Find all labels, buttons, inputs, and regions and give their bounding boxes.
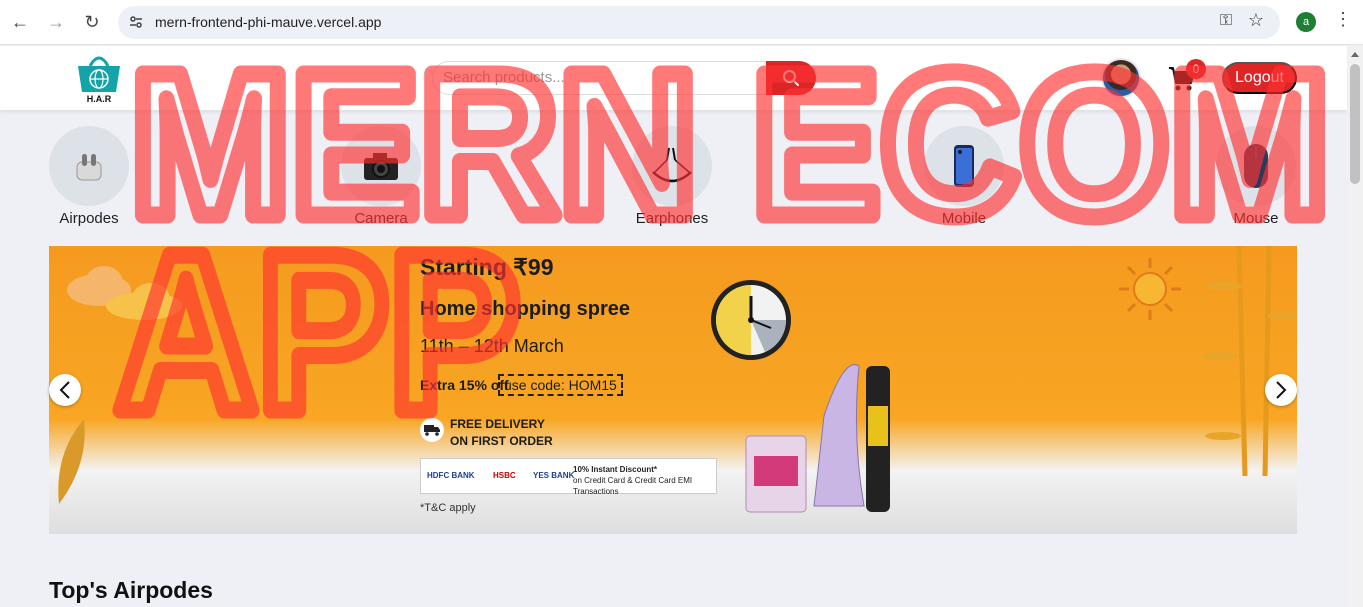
bamboo-icon (1201, 246, 1297, 476)
camera-icon (364, 153, 398, 180)
category-mouse[interactable]: Mouse (1206, 126, 1306, 227)
category-camera[interactable]: Camera (331, 126, 431, 227)
category-earphones[interactable]: Earphones (622, 126, 722, 227)
category-label: Airpodes (59, 210, 119, 227)
scrollbar-thumb[interactable] (1350, 64, 1360, 184)
chevron-left-icon (59, 381, 70, 399)
bookmark-star-icon[interactable]: ☆ (1248, 10, 1264, 31)
free-delivery-line2: ON FIRST ORDER (450, 434, 553, 448)
user-avatar[interactable] (1101, 58, 1141, 98)
category-image (632, 126, 712, 206)
cloud-icon (67, 266, 182, 320)
reload-icon[interactable]: ↻ (80, 10, 104, 34)
bank-discount-line2: on Credit Card & Credit Card EMI Transac… (573, 476, 693, 496)
bank-yes: YES BANK (533, 471, 575, 480)
category-image (49, 126, 129, 206)
category-image (341, 126, 421, 206)
bank-hdfc: HDFC BANK (427, 471, 475, 480)
chevron-right-icon (1276, 381, 1287, 399)
terms-text: *T&C apply (420, 502, 476, 514)
banner-title: Home shopping spree (420, 298, 631, 320)
airpods-icon (76, 154, 102, 181)
brand-logo[interactable]: H.A.R (74, 52, 124, 108)
banner-starting-price: Starting ₹99 (420, 254, 554, 280)
bank-offer-strip: HDFC BANK HSBC YES BANK 10% Instant Disc… (420, 458, 717, 497)
free-delivery-text: FREE DELIVERY ON FIRST ORDER (450, 416, 553, 450)
scroll-up-arrow-icon[interactable] (1351, 52, 1359, 57)
category-mobile[interactable]: Mobile (914, 126, 1014, 227)
site-header: H.A.R 0 Logout (0, 46, 1347, 110)
free-delivery-line1: FREE DELIVERY (450, 417, 545, 431)
shopping-bag-globe-icon (78, 56, 120, 92)
banner-extra-offer: Extra 15% off (420, 377, 509, 393)
category-label: Mouse (1233, 210, 1279, 227)
products-icon (745, 364, 890, 513)
section-title: Top's Airpodes (49, 577, 213, 603)
earphones-icon (652, 147, 692, 183)
category-label: Mobile (941, 210, 987, 227)
search-bar (432, 61, 816, 95)
category-image (1216, 126, 1296, 206)
bank-discount-line1: 10% Instant Discount* (573, 465, 658, 474)
password-key-icon[interactable]: ⚿ (1220, 12, 1232, 30)
leaf-icon (58, 419, 85, 504)
category-label: Earphones (635, 210, 709, 227)
forward-arrow-icon[interactable]: → (44, 10, 68, 34)
browser-toolbar: ← → ↻ mern-frontend-phi-mauve.vercel.app… (0, 0, 1363, 45)
search-button[interactable] (766, 61, 816, 95)
sun-icon (1119, 258, 1181, 320)
search-input[interactable] (443, 69, 763, 86)
category-image (924, 126, 1004, 206)
cart-count-badge: 0 (1186, 59, 1206, 79)
bank-discount-text: 10% Instant Discount* on Credit Card & C… (573, 464, 713, 497)
site-settings-icon[interactable] (128, 14, 144, 30)
page-scrollbar[interactable] (1347, 46, 1363, 607)
logout-button[interactable]: Logout (1222, 62, 1297, 94)
url-text[interactable]: mern-frontend-phi-mauve.vercel.app (155, 14, 381, 30)
logo-text: H.A.R (86, 94, 112, 104)
search-icon (783, 70, 799, 86)
banner-dates: 11th – 12th March (420, 336, 564, 356)
mobile-icon (954, 145, 974, 187)
banner-promo-code: use code: HOM15 (498, 374, 623, 396)
back-arrow-icon[interactable]: ← (8, 10, 32, 34)
category-airpodes[interactable]: Airpodes (39, 126, 139, 227)
carousel-next-button[interactable] (1265, 374, 1297, 406)
category-label: Camera (354, 210, 408, 227)
bank-hsbc: HSBC (493, 471, 516, 480)
browser-menu-icon[interactable]: ⋮ (1334, 9, 1352, 30)
promo-banner[interactable]: Starting ₹99 Home shopping spree 11th – … (49, 246, 1297, 534)
address-bar[interactable]: mern-frontend-phi-mauve.vercel.app ⚿ ☆ (118, 6, 1280, 39)
carousel-prev-button[interactable] (49, 374, 81, 406)
delivery-truck-icon (420, 418, 444, 442)
mouse-icon (1244, 144, 1268, 188)
browser-profile-avatar[interactable]: a (1296, 12, 1316, 32)
